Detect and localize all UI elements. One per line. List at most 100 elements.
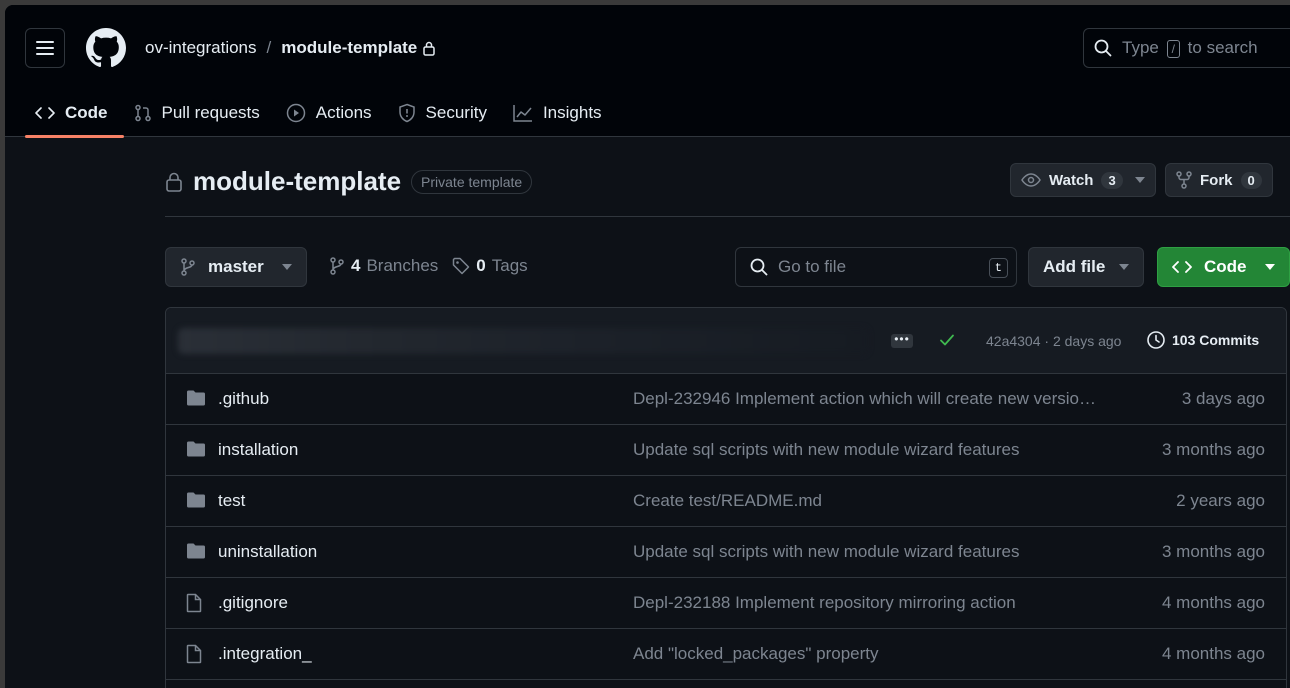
repo-header: module-template Private template Watch 3…	[165, 160, 1290, 220]
search-placeholder: Type / to search	[1122, 38, 1258, 58]
fork-count: 0	[1240, 171, 1262, 189]
file-row[interactable]: uninstallation Update sql scripts with n…	[166, 527, 1286, 578]
shortcut-key: t	[988, 258, 1008, 278]
file-row[interactable]: test Create test/README.md 2 years ago	[166, 476, 1286, 527]
search-icon	[1094, 39, 1112, 57]
file-name[interactable]: installation	[218, 440, 298, 460]
pull-request-icon	[134, 104, 152, 122]
breadcrumb-separator: /	[266, 38, 272, 57]
tags-link[interactable]: 0 Tags	[452, 256, 528, 276]
file-name[interactable]: .integration_	[218, 644, 312, 664]
commit-message[interactable]: Create test/README.md	[633, 491, 822, 511]
fork-button[interactable]: Fork 0	[1165, 163, 1273, 197]
history-icon	[1147, 331, 1165, 349]
tags-label: Tags	[491, 256, 528, 275]
commit-message[interactable]: Depl-232188 Implement repository mirrori…	[633, 593, 1016, 613]
tab-pull-requests[interactable]: Pull requests	[124, 89, 276, 137]
commit-age: 4 months ago	[1161, 644, 1265, 663]
commit-message[interactable]: Update sql scripts with new module wizar…	[633, 542, 1019, 562]
code-button[interactable]: Code	[1157, 247, 1290, 287]
tab-security[interactable]: Security	[388, 89, 503, 137]
watch-count: 3	[1101, 171, 1123, 189]
branches-link[interactable]: 4 Branches	[329, 256, 438, 276]
fork-icon	[1176, 171, 1192, 189]
code-label: Code	[1204, 257, 1247, 276]
hamburger-icon	[36, 41, 54, 55]
file-name[interactable]: uninstallation	[218, 542, 317, 562]
tab-label: Security	[425, 103, 487, 122]
tab-insights[interactable]: Insights	[503, 89, 618, 137]
file-name[interactable]: .github	[218, 389, 269, 409]
commit-sha-time[interactable]: 42a4304 · 2 days ago	[986, 333, 1121, 349]
file-icon	[186, 593, 202, 613]
commit-age: 2 years ago	[1176, 491, 1265, 510]
caret-down-icon	[1119, 264, 1130, 270]
tab-label: Code	[65, 103, 108, 122]
lock-icon	[166, 172, 182, 192]
commit-message[interactable]: Depl-232946 Implement action which will …	[633, 389, 1096, 409]
blurred-commit-author	[178, 328, 868, 354]
play-icon	[286, 103, 306, 123]
branches-label: Branches	[366, 256, 439, 275]
shield-icon	[398, 103, 416, 123]
commit-message[interactable]: Add "locked_packages" property	[633, 644, 879, 664]
menu-button[interactable]	[25, 28, 65, 68]
fork-label: Fork	[1200, 171, 1233, 189]
owner-link[interactable]: ov-integrations	[145, 38, 257, 58]
repo-name[interactable]: module-template	[193, 166, 401, 197]
folder-icon	[187, 492, 205, 508]
folder-icon	[187, 543, 205, 559]
watch-button[interactable]: Watch 3	[1010, 163, 1156, 197]
eye-icon	[1021, 173, 1041, 187]
caret-down-icon	[281, 264, 292, 270]
commit-message[interactable]: Update sql scripts with new module wizar…	[633, 440, 1019, 460]
latest-commit-bar: ••• 42a4304 · 2 days ago 103 Commits	[166, 308, 1286, 374]
gofile-placeholder: Go to file	[778, 257, 847, 276]
more-icon[interactable]: •••	[891, 333, 913, 348]
tag-icon	[453, 257, 470, 275]
add-file-button[interactable]: Add file	[1028, 247, 1145, 287]
repo-link[interactable]: module-template	[281, 38, 417, 58]
branch-selector[interactable]: master	[165, 247, 307, 287]
file-row[interactable]: .gitignore Depl-232188 Implement reposit…	[166, 578, 1286, 629]
header-divider	[165, 216, 1290, 217]
branch-name: master	[208, 257, 264, 276]
commit-age: 4 months ago	[1161, 593, 1265, 612]
file-row[interactable]: .github Depl-232946 Implement action whi…	[166, 374, 1286, 425]
check-icon	[940, 334, 954, 346]
add-file-label: Add file	[1043, 257, 1106, 276]
caret-down-icon	[1264, 264, 1275, 270]
watch-label: Watch	[1049, 171, 1094, 189]
file-icon	[186, 644, 202, 664]
file-table: ••• 42a4304 · 2 days ago 103 Commits .gi…	[165, 307, 1287, 688]
commits-link[interactable]: 103 Commits	[1146, 330, 1259, 350]
code-icon	[1172, 261, 1192, 273]
file-name[interactable]: .gitignore	[218, 593, 288, 613]
global-search-input[interactable]: Type / to search	[1083, 28, 1290, 68]
tab-label: Insights	[542, 103, 602, 122]
github-logo-icon[interactable]	[86, 28, 126, 68]
tags-count: 0	[476, 256, 486, 275]
repo-title: module-template Private template	[165, 166, 533, 197]
folder-icon	[187, 441, 205, 457]
file-name[interactable]: test	[218, 491, 245, 511]
branch-icon	[181, 258, 195, 276]
repo-nav-tabs: Code Pull requests Actions Security Insi…	[25, 89, 618, 138]
commit-age: 3 months ago	[1161, 440, 1265, 459]
folder-icon	[187, 390, 205, 406]
tab-code[interactable]: Code	[25, 89, 124, 138]
go-to-file-input[interactable]: Go to file t	[735, 247, 1017, 287]
tab-label: Actions	[315, 103, 372, 122]
graph-icon	[513, 104, 533, 122]
tab-actions[interactable]: Actions	[276, 89, 388, 137]
code-icon	[35, 105, 55, 121]
breadcrumb: ov-integrations / module-template	[145, 38, 436, 58]
branch-tag-meta: 4 Branches 0 Tags	[329, 256, 528, 276]
caret-down-icon[interactable]	[1134, 177, 1145, 183]
tab-label: Pull requests	[161, 103, 260, 122]
visibility-badge: Private template	[411, 169, 533, 194]
commit-age: 3 days ago	[1181, 389, 1265, 408]
file-row[interactable]: .integration_ Add "locked_packages" prop…	[166, 629, 1286, 680]
browser-window: ov-integrations / module-template Type /…	[5, 5, 1290, 688]
file-row[interactable]: installation Update sql scripts with new…	[166, 425, 1286, 476]
